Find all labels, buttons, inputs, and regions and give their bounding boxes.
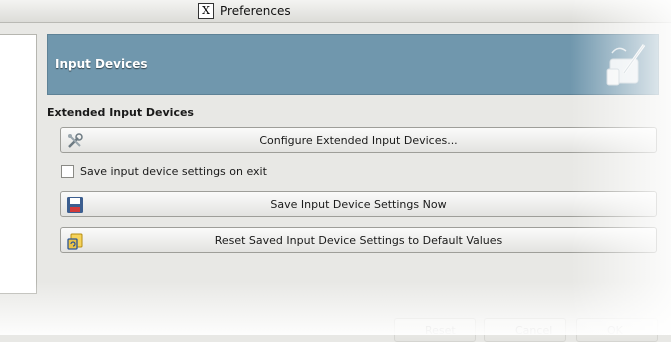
- save-on-exit-checkbox[interactable]: [61, 165, 74, 178]
- cancel-button[interactable]: Cancel: [484, 318, 566, 342]
- save-input-device-settings-now-button[interactable]: Save Input Device Settings Now: [60, 191, 657, 217]
- reset-button[interactable]: Reset: [394, 318, 476, 342]
- section-title: Extended Input Devices: [47, 106, 194, 119]
- window-title: Preferences: [220, 4, 291, 18]
- ok-footer-label: OK: [607, 324, 623, 337]
- window-titlebar[interactable]: X Preferences: [0, 0, 671, 23]
- save-on-exit-label: Save input device settings on exit: [80, 165, 267, 178]
- reset-button-label: Reset Saved Input Device Settings to Def…: [214, 234, 503, 247]
- preferences-category-list[interactable]: [0, 34, 37, 294]
- configure-extended-input-devices-button[interactable]: Configure Extended Input Devices...: [60, 127, 657, 153]
- cancel-footer-label: Cancel: [515, 324, 553, 337]
- page-title: Input Devices: [55, 57, 148, 71]
- reset-saved-settings-button[interactable]: Reset Saved Input Device Settings to Def…: [60, 227, 657, 253]
- reset-footer-label: Reset: [425, 324, 456, 337]
- save-now-button-label: Save Input Device Settings Now: [270, 198, 447, 211]
- x-window-icon: X: [198, 3, 214, 19]
- window-title-group: X Preferences: [198, 3, 291, 19]
- page-banner: Input Devices: [47, 34, 659, 95]
- configure-button-label: Configure Extended Input Devices...: [259, 134, 458, 147]
- ok-button[interactable]: OK: [576, 318, 658, 342]
- save-on-exit-checkbox-row[interactable]: Save input device settings on exit: [61, 165, 267, 178]
- tablet-pen-icon: [606, 44, 646, 86]
